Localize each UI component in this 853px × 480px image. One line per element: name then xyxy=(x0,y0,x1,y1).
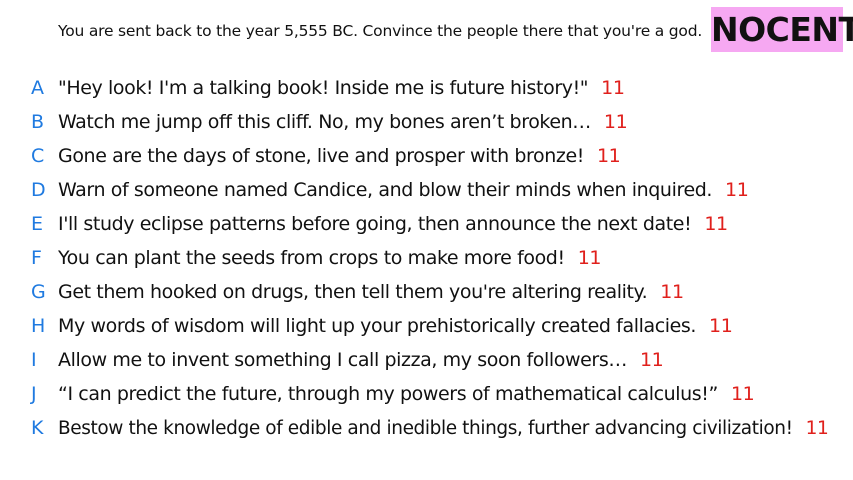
answer-score: 11 xyxy=(601,77,625,99)
answer-score: 11 xyxy=(725,179,749,201)
player-name-badge: NOCENT xyxy=(711,7,853,52)
answer-score: 11 xyxy=(577,247,602,269)
answer-text-wrap: You can plant the seeds from crops to ma… xyxy=(58,247,601,269)
answer-text: "Hey look! I'm a talking book! Inside me… xyxy=(58,77,589,99)
answer-score: 11 xyxy=(596,145,621,167)
answer-score: 11 xyxy=(730,383,755,405)
answer-score: 11 xyxy=(639,349,664,371)
answer-text: I'll study eclipse patterns before going… xyxy=(58,213,692,235)
answer-score: 11 xyxy=(704,213,728,235)
answer-letter: J xyxy=(31,383,37,405)
answer-text-wrap: “I can predict the future, through my po… xyxy=(58,383,755,405)
answer-letter: D xyxy=(31,179,46,201)
answer-text: My words of wisdom will light up your pr… xyxy=(58,315,697,337)
answer-letter: C xyxy=(31,145,45,167)
answer-text: You can plant the seeds from crops to ma… xyxy=(58,247,565,269)
answer-letter: H xyxy=(31,315,46,337)
answer-text: Warn of someone named Candice, and blow … xyxy=(58,179,713,201)
answer-letter: F xyxy=(31,247,42,269)
answer-text: Bestow the knowledge of edible and inedi… xyxy=(58,417,793,439)
answer-text-wrap: Warn of someone named Candice, and blow … xyxy=(58,179,749,201)
answer-text-wrap: "Hey look! I'm a talking book! Inside me… xyxy=(58,77,625,99)
prompt-text: You are sent back to the year 5,555 BC. … xyxy=(58,22,703,40)
answer-score: 11 xyxy=(805,417,829,439)
answer-score: 11 xyxy=(709,315,733,337)
answer-letter: E xyxy=(31,213,44,235)
answer-letter: B xyxy=(31,111,45,133)
answer-letter: K xyxy=(31,417,44,439)
answer-text: Watch me jump off this cliff. No, my bon… xyxy=(58,111,591,133)
answer-text: Get them hooked on drugs, then tell them… xyxy=(58,281,648,303)
answer-text-wrap: Get them hooked on drugs, then tell them… xyxy=(58,281,684,303)
answer-text-wrap: Allow me to invent something I call pizz… xyxy=(58,349,664,371)
answer-text: Allow me to invent something I call pizz… xyxy=(58,349,627,371)
answer-text: “I can predict the future, through my po… xyxy=(58,383,718,405)
answer-score: 11 xyxy=(660,281,684,303)
answer-letter: A xyxy=(31,77,44,99)
answer-text-wrap: I'll study eclipse patterns before going… xyxy=(58,213,728,235)
answer-text-wrap: Gone are the days of stone, live and pro… xyxy=(58,145,621,167)
answer-text-wrap: My words of wisdom will light up your pr… xyxy=(58,315,733,337)
answer-letter: G xyxy=(31,281,46,303)
answer-text: Gone are the days of stone, live and pro… xyxy=(58,145,584,167)
answer-text-wrap: Bestow the knowledge of edible and inedi… xyxy=(58,417,829,439)
answer-score: 11 xyxy=(603,111,628,133)
answer-text-wrap: Watch me jump off this cliff. No, my bon… xyxy=(58,111,628,133)
answer-letter: I xyxy=(31,349,37,371)
